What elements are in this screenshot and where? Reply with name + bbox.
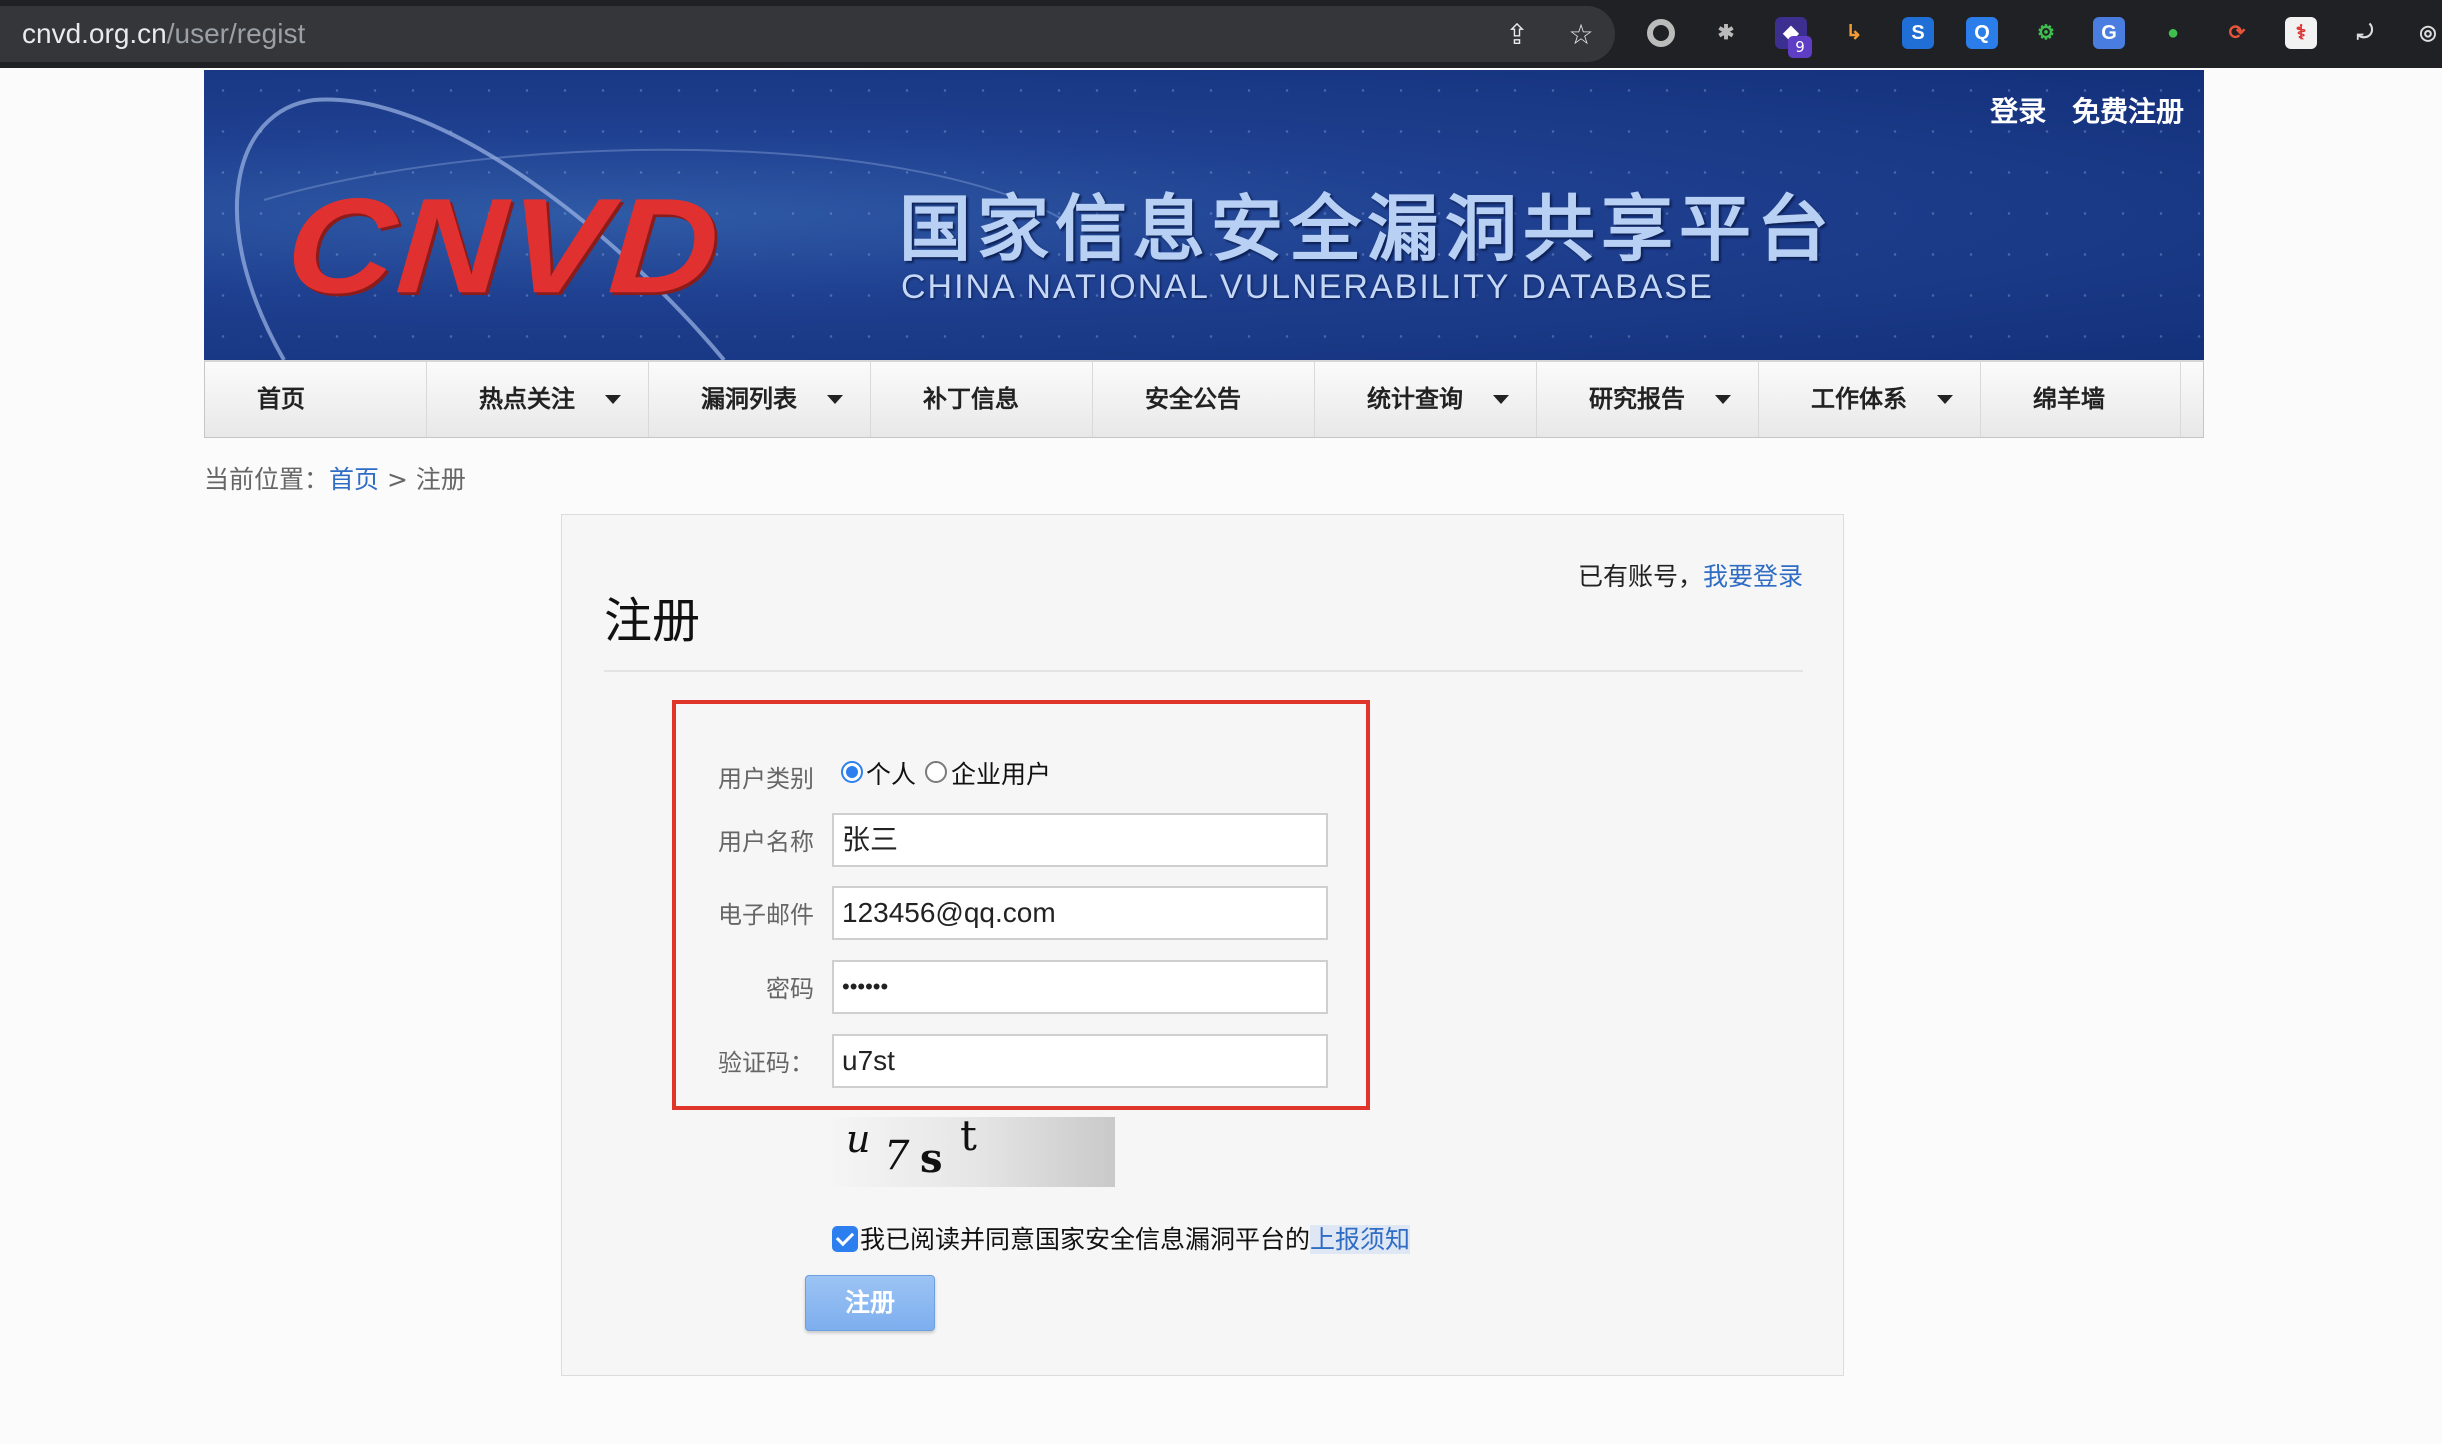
nav-item-patches[interactable]: 补丁信息 xyxy=(871,362,1093,437)
user-type-label: 用户类别 xyxy=(718,765,814,793)
nav-item-label: 补丁信息 xyxy=(923,385,1019,413)
breadcrumb-home-link[interactable]: 首页 xyxy=(329,465,379,494)
site-title-cn: 国家信息安全漏洞共享平台 xyxy=(899,187,1836,271)
captcha-label: 验证码： xyxy=(718,1049,814,1077)
hook-extension-icon[interactable]: ⤾ xyxy=(2349,17,2381,49)
agree-checkbox[interactable] xyxy=(832,1226,858,1252)
nav-item-sheep-wall[interactable]: 绵羊墙 xyxy=(1981,362,2181,437)
address-bar[interactable]: cnvd.org.cn/user/regist ⇪ ☆ xyxy=(0,6,1615,62)
nav-item-label: 统计查询 xyxy=(1367,385,1463,413)
dropdown-caret-icon xyxy=(605,395,621,404)
agree-text-body: 我已阅读并同意国家安全信息漏洞平台的 xyxy=(860,1225,1311,1254)
radio-personal[interactable] xyxy=(841,761,863,783)
captcha-image[interactable]: u 7 s t xyxy=(832,1111,1115,1187)
breadcrumb: 当前位置：首页 > 注册 xyxy=(204,460,466,496)
password-label: 密码 xyxy=(766,975,814,1003)
registration-panel: 注册 已有账号，我要登录 用户类别 个人 企业用户 用户名称 张三 电子邮件 1… xyxy=(561,514,1844,1376)
radio-enterprise[interactable] xyxy=(925,761,947,783)
bookmark-star-icon[interactable]: ☆ xyxy=(1566,20,1596,50)
profile-icon[interactable]: ◎ xyxy=(2412,17,2442,49)
password-input[interactable]: •••••• xyxy=(832,960,1328,1014)
url-text[interactable]: cnvd.org.cn/user/regist xyxy=(22,18,305,50)
translate-extension-icon[interactable]: G xyxy=(2093,17,2125,49)
breadcrumb-prefix: 当前位置： xyxy=(204,465,330,494)
email-label: 电子邮件 xyxy=(718,901,814,929)
dropdown-caret-icon xyxy=(1493,395,1509,404)
page-title: 注册 xyxy=(604,593,701,649)
radio-personal-label[interactable]: 个人 xyxy=(866,755,916,791)
breadcrumb-separator: > xyxy=(379,465,416,494)
share-icon[interactable]: ⇪ xyxy=(1502,20,1532,50)
nav-item-hot-topics[interactable]: 热点关注 xyxy=(427,362,649,437)
nav-item-home[interactable]: 首页 xyxy=(205,362,427,437)
dropdown-caret-icon xyxy=(1715,395,1731,404)
main-nav: 首页 热点关注 漏洞列表 补丁信息 安全公告 统计查询 研究报告 工作体系 绵羊… xyxy=(204,360,2204,438)
dropdown-caret-icon xyxy=(1937,395,1953,404)
cnvd-logo[interactable]: CNVD xyxy=(282,170,726,321)
refresh-extension-icon[interactable]: ⟳ xyxy=(2221,17,2253,49)
nav-item-reports[interactable]: 研究报告 xyxy=(1537,362,1759,437)
agree-text: 我已阅读并同意国家安全信息漏洞平台的上报须知 xyxy=(860,1220,1411,1256)
captcha-char: s xyxy=(920,1135,943,1182)
nav-item-label: 首页 xyxy=(257,385,305,413)
nav-item-label: 热点关注 xyxy=(479,385,575,413)
green-gear-extension-icon[interactable]: ⚙ xyxy=(2030,17,2062,49)
email-input[interactable]: 123456@qq.com xyxy=(832,886,1328,940)
red-extension-icon[interactable]: ⚕ xyxy=(2285,17,2317,49)
username-input[interactable]: 张三 xyxy=(832,813,1328,867)
extension-count-badge: 9 xyxy=(1788,36,1812,58)
has-account-prompt: 已有账号，我要登录 xyxy=(1578,557,1803,593)
register-submit-button[interactable]: 注册 xyxy=(805,1275,935,1331)
orange-arrow-extension-icon[interactable]: ↳ xyxy=(1838,17,1870,49)
puzzle-extension-icon[interactable]: ✱ xyxy=(1710,17,1742,49)
s-extension-icon[interactable]: S xyxy=(1902,17,1934,49)
username-label: 用户名称 xyxy=(718,828,814,856)
dropdown-caret-icon xyxy=(827,395,843,404)
has-account-text: 已有账号， xyxy=(1577,562,1703,591)
report-notice-link[interactable]: 上报须知 xyxy=(1310,1225,1411,1254)
captcha-char: t xyxy=(960,1111,977,1160)
captcha-input[interactable]: u7st xyxy=(832,1034,1328,1088)
header-register-link[interactable]: 免费注册 xyxy=(2072,95,2184,128)
site-title-en: CHINA NATIONAL VULNERABILITY DATABASE xyxy=(901,268,1714,306)
nav-item-label: 研究报告 xyxy=(1589,385,1685,413)
site-banner: CNVD 国家信息安全漏洞共享平台 CHINA NATIONAL VULNERA… xyxy=(204,70,2204,360)
nav-item-statistics[interactable]: 统计查询 xyxy=(1315,362,1537,437)
browser-toolbar: cnvd.org.cn/user/regist ⇪ ☆ ✱ ◆ 9 ↳ S Q … xyxy=(0,0,2442,68)
captcha-char: u xyxy=(846,1117,871,1161)
radio-enterprise-label[interactable]: 企业用户 xyxy=(951,755,1051,791)
nav-item-label: 工作体系 xyxy=(1811,385,1907,413)
header-login-link[interactable]: 登录 xyxy=(1990,95,2046,128)
nav-item-label: 漏洞列表 xyxy=(701,385,797,413)
breadcrumb-current: 注册 xyxy=(415,465,466,494)
nav-item-label: 绵羊墙 xyxy=(2033,385,2105,413)
nav-item-bulletins[interactable]: 安全公告 xyxy=(1093,362,1315,437)
captcha-char: 7 xyxy=(884,1133,910,1179)
nav-item-vuln-list[interactable]: 漏洞列表 xyxy=(649,362,871,437)
toggle-extension-icon[interactable]: ● xyxy=(2157,17,2189,49)
login-link[interactable]: 我要登录 xyxy=(1703,562,1803,591)
q-extension-icon[interactable]: Q xyxy=(1966,17,1998,49)
header-account-links: 登录 免费注册 xyxy=(1974,90,2184,130)
divider xyxy=(604,670,1803,672)
record-extension-icon[interactable] xyxy=(1645,17,1677,49)
nav-item-work-system[interactable]: 工作体系 xyxy=(1759,362,1981,437)
nav-item-label: 安全公告 xyxy=(1145,385,1241,413)
